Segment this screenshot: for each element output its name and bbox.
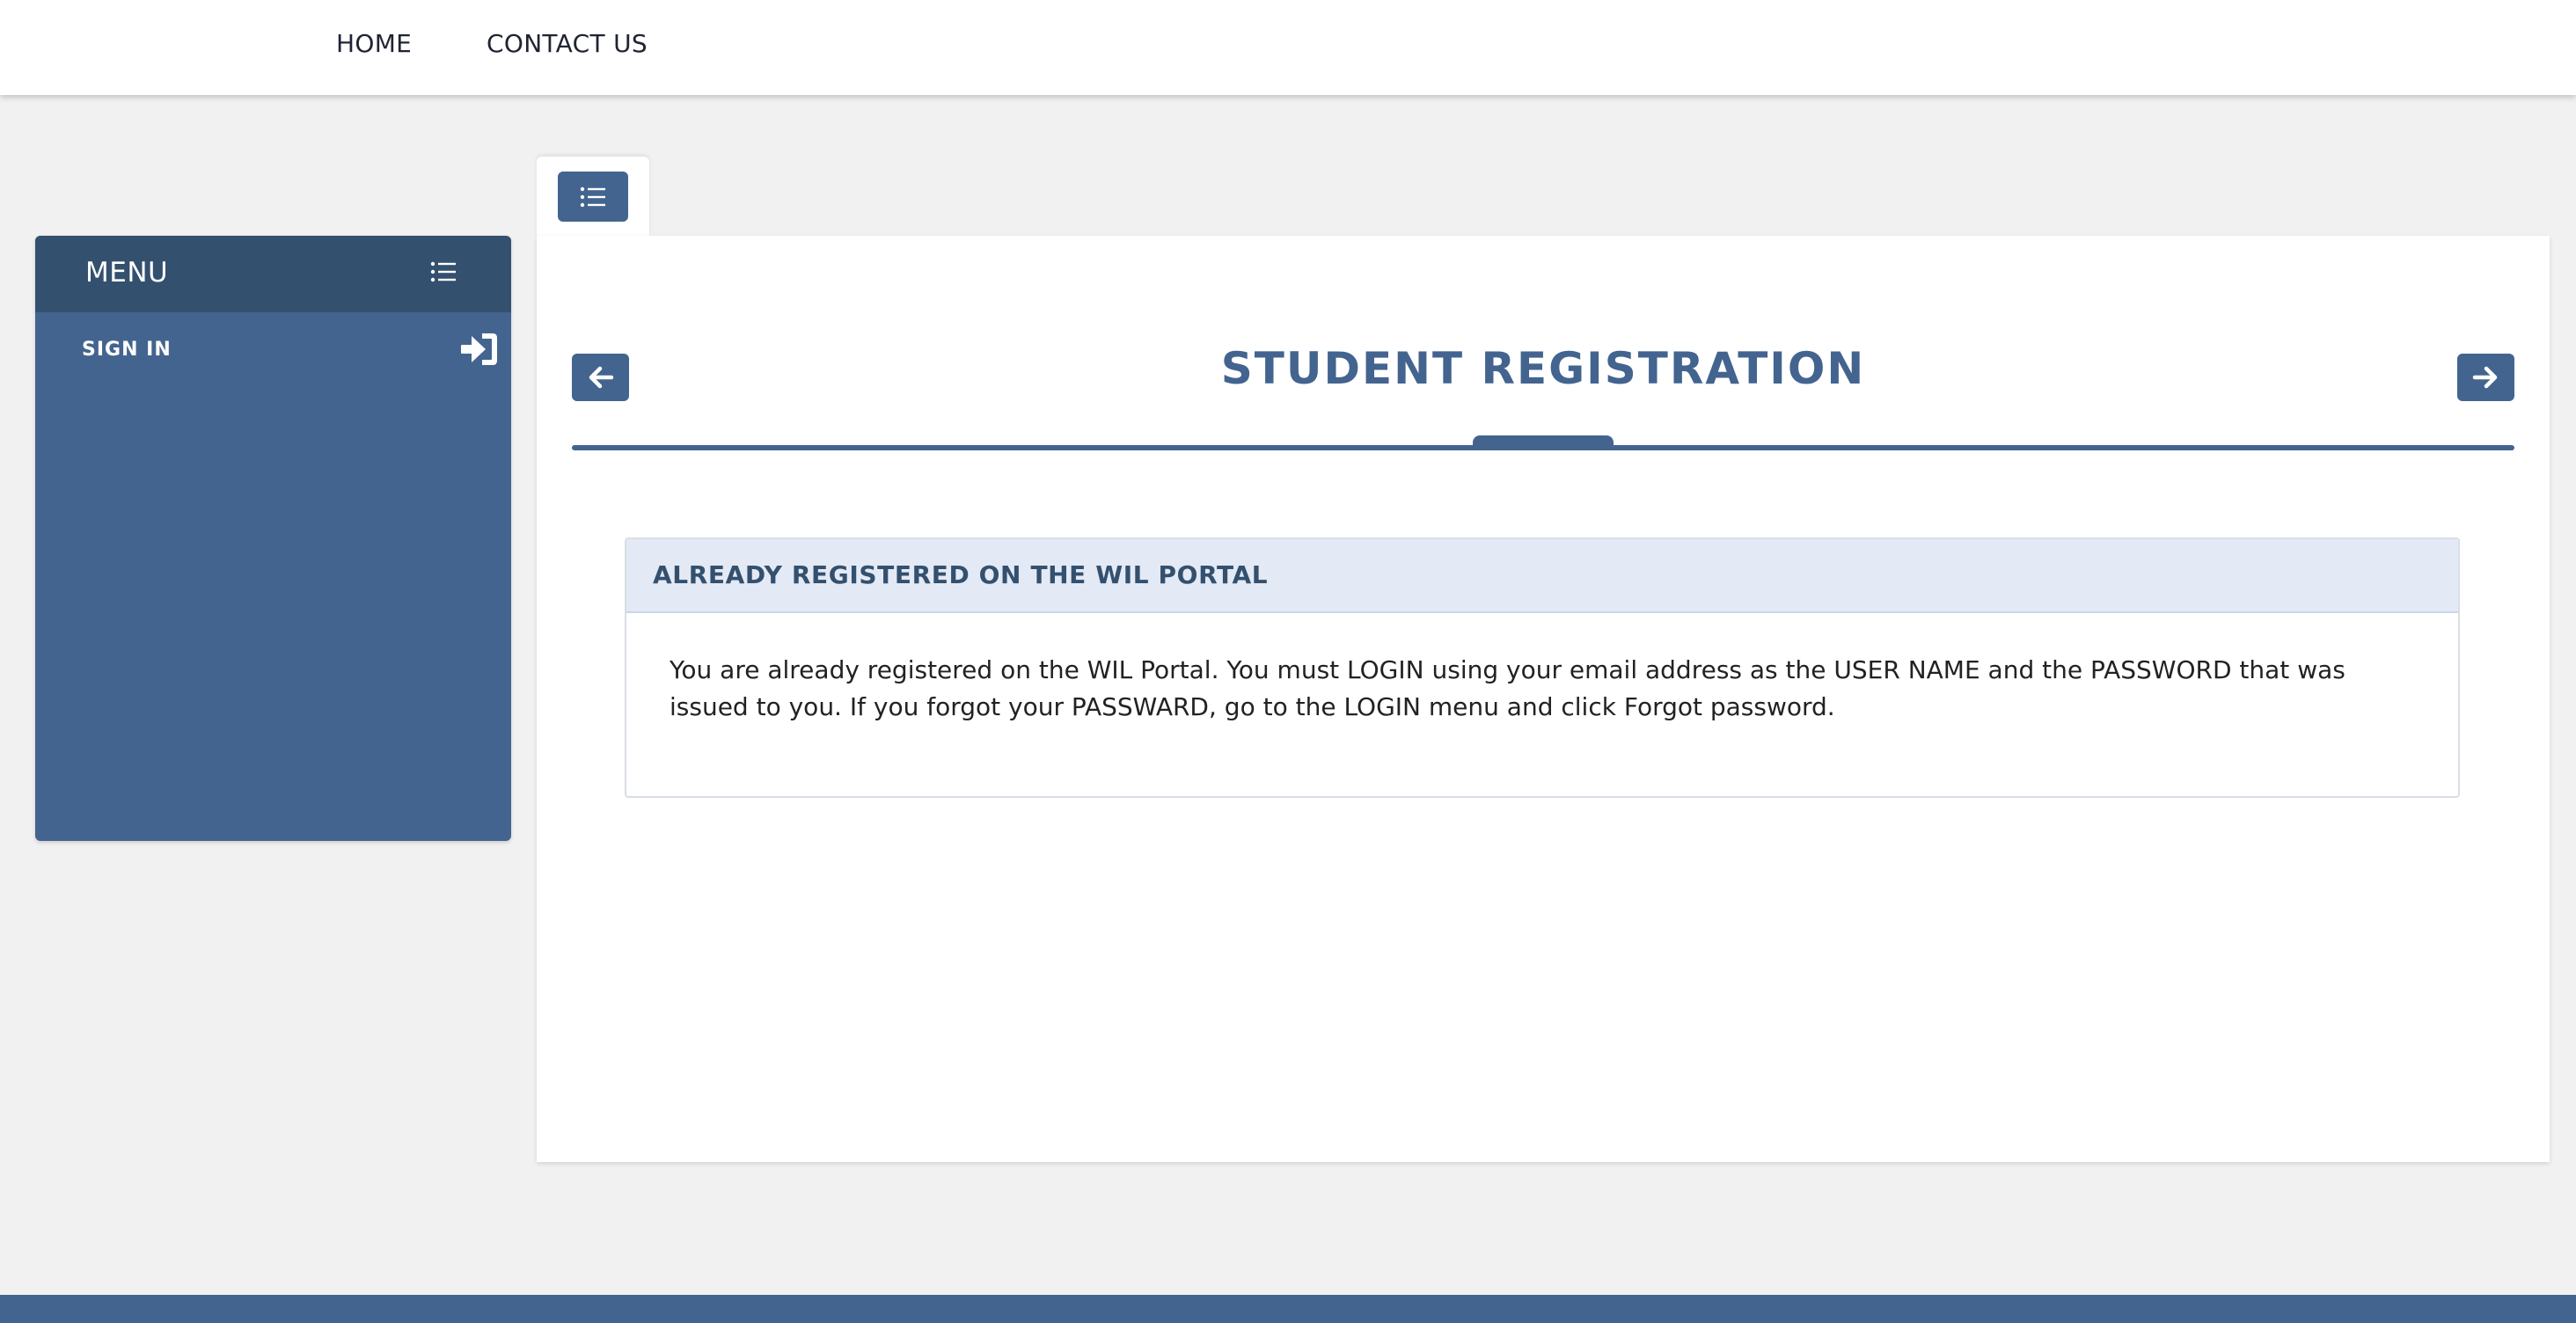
sidebar-item-label: SIGN IN	[82, 339, 172, 361]
sidebar-item-sign-in[interactable]: SIGN IN	[35, 312, 511, 383]
notice-heading: ALREADY REGISTERED ON THE WIL PORTAL	[653, 560, 1269, 589]
top-navbar: HOME CONTACT US	[0, 0, 2576, 95]
footer-bar	[0, 1295, 2576, 1323]
sidebar-title: MENU	[85, 257, 169, 289]
sidebar-menu: MENU SIGN IN	[35, 236, 511, 841]
list-icon[interactable]	[429, 259, 457, 288]
nav-contact-link[interactable]: CONTACT US	[487, 29, 648, 58]
notice-card-header: ALREADY REGISTERED ON THE WIL PORTAL	[626, 539, 2458, 613]
main-panel: STUDENT REGISTRATION ALREADY REGISTERED …	[537, 236, 2550, 1162]
sidebar-header: MENU	[35, 236, 511, 312]
notice-card: ALREADY REGISTERED ON THE WIL PORTAL You…	[625, 537, 2460, 798]
toggle-list-button[interactable]	[558, 172, 628, 222]
title-divider	[572, 445, 2514, 450]
next-button[interactable]	[2457, 354, 2514, 401]
nav-home-link[interactable]: HOME	[336, 29, 412, 58]
page-title: STUDENT REGISTRATION	[1220, 343, 1866, 394]
content-tab	[537, 157, 649, 238]
sign-in-icon	[461, 333, 498, 369]
notice-body: You are already registered on the WIL Po…	[670, 655, 2345, 721]
